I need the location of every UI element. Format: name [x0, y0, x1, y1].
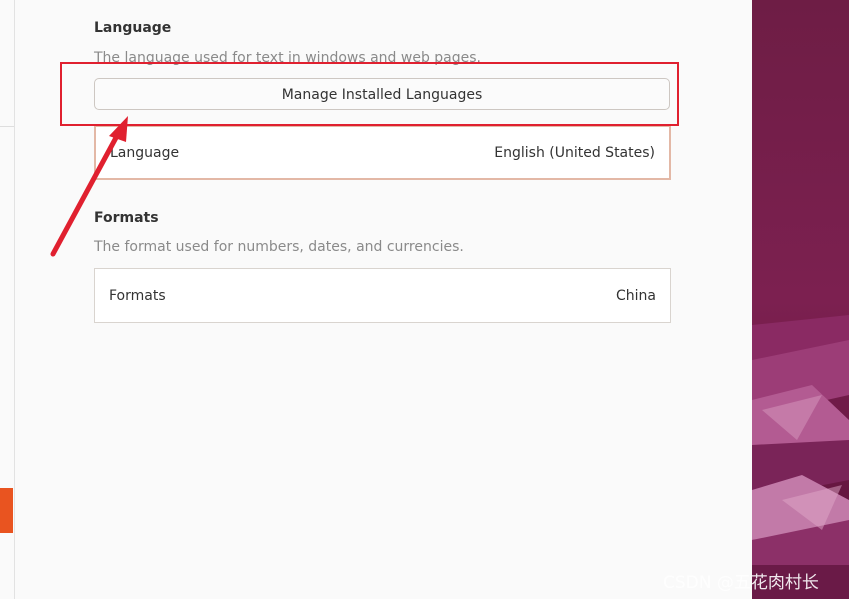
sidebar-active-indicator[interactable] — [0, 488, 13, 533]
language-section-title: Language — [94, 20, 172, 36]
language-row-label: Language — [110, 144, 180, 161]
formats-section-title: Formats — [94, 210, 159, 226]
language-row[interactable]: Language English (United States) — [94, 125, 671, 180]
formats-row-value: China — [616, 287, 656, 304]
desktop-wallpaper — [752, 0, 849, 599]
formats-row[interactable]: Formats China — [94, 268, 671, 323]
sidebar-separator — [0, 126, 14, 127]
language-row-value: English (United States) — [494, 144, 655, 161]
language-section-description: The language used for text in windows an… — [94, 50, 481, 66]
watermark-text: CSDN @五花肉村长 — [663, 573, 819, 593]
sidebar-edge — [0, 0, 15, 599]
manage-installed-languages-button[interactable]: Manage Installed Languages — [94, 78, 670, 110]
formats-row-label: Formats — [109, 287, 166, 304]
formats-section-description: The format used for numbers, dates, and … — [94, 239, 464, 255]
